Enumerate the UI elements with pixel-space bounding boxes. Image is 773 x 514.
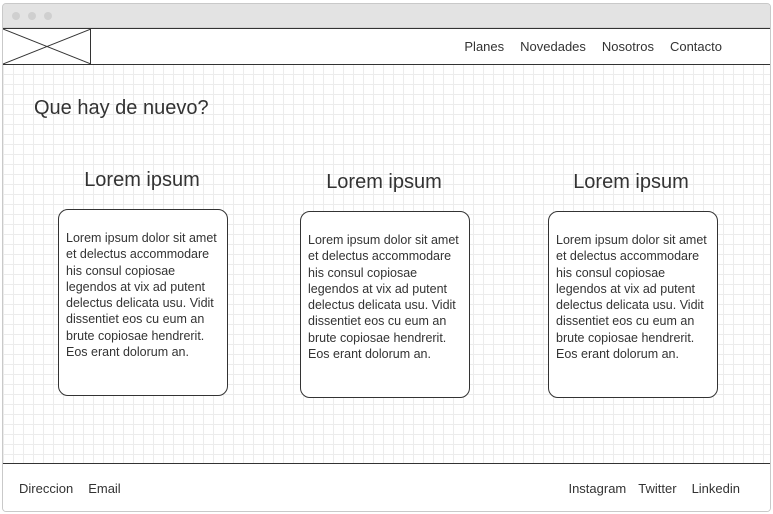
content-card: Lorem ipsum dolor sit amet et delectus a… [58,209,228,396]
nav-link-contacto[interactable]: Contacto [670,39,722,54]
page-heading: Que hay de nuevo? [34,97,209,119]
column-title: Lorem ipsum [84,169,200,191]
window-dot-icon [12,12,20,20]
navbar: Planes Novedades Nosotros Contacto [3,28,770,65]
browser-window: Planes Novedades Nosotros Contacto Que h… [2,3,771,512]
window-dot-icon [28,12,36,20]
logo-placeholder-icon[interactable] [3,29,91,64]
footer-link-twitter[interactable]: Twitter [638,481,676,496]
footer-social-links: Instagram Twitter Linkedin [568,464,740,511]
footer-left-links: Direccion Email [19,464,121,511]
content-card: Lorem ipsum dolor sit amet et delectus a… [548,211,718,398]
footer-link-direccion[interactable]: Direccion [19,481,73,496]
window-dot-icon [44,12,52,20]
footer-link-instagram[interactable]: Instagram [568,481,626,496]
nav-links: Planes Novedades Nosotros Contacto [464,29,722,64]
footer-link-linkedin[interactable]: Linkedin [692,481,740,496]
window-titlebar [3,4,770,28]
content-card: Lorem ipsum dolor sit amet et delectus a… [300,211,470,398]
nav-link-novedades[interactable]: Novedades [520,39,586,54]
nav-link-planes[interactable]: Planes [464,39,504,54]
nav-link-nosotros[interactable]: Nosotros [602,39,654,54]
column-title: Lorem ipsum [573,171,689,193]
footer-link-email[interactable]: Email [88,481,121,496]
footer: Direccion Email Instagram Twitter Linked… [3,463,770,511]
column-title: Lorem ipsum [326,171,442,193]
